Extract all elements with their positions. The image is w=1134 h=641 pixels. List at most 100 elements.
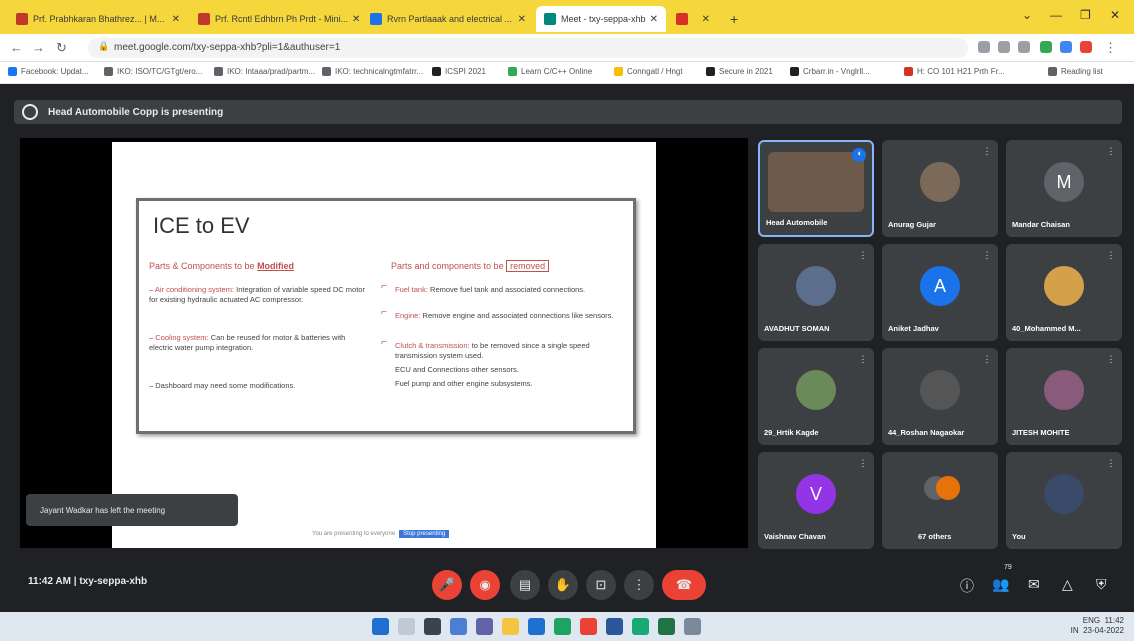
tab-favicon bbox=[370, 13, 382, 25]
back-icon[interactable]: ← bbox=[10, 40, 23, 55]
browser-tab-2[interactable]: Prf. Rcntl Edhbrn Ph Prdt - Mini... ✕ bbox=[190, 6, 360, 32]
info-icon[interactable]: ⓘ bbox=[960, 576, 974, 596]
participant-tile[interactable]: ⋮ AVADHUT SOMAN bbox=[758, 244, 874, 341]
browser-tab-5[interactable]: ✕ bbox=[668, 6, 718, 32]
close-icon[interactable]: ✕ bbox=[168, 14, 180, 25]
bookmark-item[interactable]: IKO: Intaaa/prad/partm... bbox=[214, 67, 315, 76]
url-text: meet.google.com/txy-seppa-xhb?pli=1&auth… bbox=[114, 42, 341, 53]
presenting-banner: Head Automobile Copp is presenting bbox=[14, 100, 1122, 124]
participant-tile[interactable]: ⋮ M Mandar Chaisan bbox=[1006, 140, 1122, 237]
extension-icon[interactable] bbox=[998, 41, 1010, 53]
browser-tab-meet[interactable]: Meet - txy-seppa-xhb ✕ bbox=[536, 6, 666, 32]
extension-icon[interactable] bbox=[1040, 41, 1052, 53]
store-icon[interactable] bbox=[528, 618, 545, 635]
end-call-button[interactable]: ☎ bbox=[662, 570, 706, 600]
reading-list[interactable]: Reading list bbox=[1048, 67, 1103, 76]
chrome-icon[interactable] bbox=[580, 618, 597, 635]
star-icon[interactable] bbox=[1018, 41, 1030, 53]
bookmarks-bar: Facebook: Updat... IKO: ISO/TC/GTgt/ero.… bbox=[0, 62, 1134, 84]
participant-name: JITESH MOHITE bbox=[1012, 428, 1070, 437]
file-explorer-icon[interactable] bbox=[502, 618, 519, 635]
participant-tile[interactable]: ⋮ A Aniket Jadhav bbox=[882, 244, 998, 341]
close-icon[interactable]: ✕ bbox=[348, 14, 360, 25]
more-options-button[interactable]: ⋮ bbox=[624, 570, 654, 600]
avatar bbox=[1044, 474, 1084, 514]
muted-mic-icon: ⋮ bbox=[982, 354, 992, 364]
bookmark-item[interactable]: Learn C/C++ Online bbox=[508, 67, 592, 76]
app-icon[interactable] bbox=[684, 618, 701, 635]
chat-icon[interactable]: ✉ bbox=[1028, 576, 1040, 593]
menu-icon[interactable]: ⋮ bbox=[1104, 40, 1117, 56]
self-tile[interactable]: ⋮ You bbox=[1006, 452, 1122, 549]
app-icon[interactable] bbox=[632, 618, 649, 635]
system-tray[interactable]: ENG 11:42 IN 23-04-2022 bbox=[1071, 616, 1124, 636]
bookmark-item[interactable]: H: CO 101 H21 Prth Fr... bbox=[904, 67, 1005, 76]
language-indicator: ENG bbox=[1082, 616, 1101, 625]
close-icon[interactable]: ✕ bbox=[698, 14, 710, 25]
task-view-icon[interactable] bbox=[424, 618, 441, 635]
host-controls-icon[interactable]: ⛨ bbox=[1096, 576, 1107, 593]
presenting-text: Head Automobile Copp is presenting bbox=[48, 106, 224, 118]
participant-tile[interactable]: ⋮ V Vaishnav Chavan bbox=[758, 452, 874, 549]
restore-icon[interactable]: ❐ bbox=[1080, 8, 1091, 22]
muted-mic-icon: ⋮ bbox=[1106, 458, 1116, 468]
bookmark-item[interactable]: IKO: ISO/TC/GTgt/ero... bbox=[104, 67, 202, 76]
participant-tile[interactable]: ◖ Head Automobile bbox=[758, 140, 874, 237]
address-bar[interactable]: 🔒 meet.google.com/txy-seppa-xhb?pli=1&au… bbox=[88, 38, 968, 58]
participant-tile[interactable]: ⋮ 29_Hrtik Kagde bbox=[758, 348, 874, 445]
browser-tab-1[interactable]: Prf. Prabhkaran Bhathrez... | M... ✕ bbox=[8, 6, 188, 32]
meet-favicon bbox=[544, 13, 556, 25]
new-tab-button[interactable]: + bbox=[722, 6, 746, 32]
stop-presenting-button[interactable]: Stop presenting bbox=[399, 530, 450, 538]
tab-favicon bbox=[198, 13, 210, 25]
tab-label: Prf. Prabhkaran Bhathrez... | M... bbox=[33, 14, 165, 24]
window-close-icon[interactable]: ✕ bbox=[1110, 8, 1120, 22]
bookmark-item[interactable]: Conngatl / Hngt bbox=[614, 67, 683, 76]
browser-toolbar: ← → ↻ 🔒 meet.google.com/txy-seppa-xhb?pl… bbox=[0, 34, 1134, 62]
bookmark-item[interactable]: Secure in 2021 bbox=[706, 67, 773, 76]
close-icon[interactable]: ✕ bbox=[646, 14, 658, 25]
mic-off-button[interactable]: 🎤 bbox=[432, 570, 462, 600]
participant-tile[interactable]: ⋮ 44_Roshan Nagaokar bbox=[882, 348, 998, 445]
minimize-icon[interactable]: — bbox=[1050, 8, 1062, 22]
captions-button[interactable]: ▤ bbox=[510, 570, 540, 600]
bookmark-item[interactable]: IKO: technicalngtmfatrr... bbox=[322, 67, 423, 76]
chat-app-icon[interactable] bbox=[476, 618, 493, 635]
tab-label: Rvrn Partlaaak and electrical ... bbox=[387, 14, 513, 24]
participant-tile[interactable]: 67 others bbox=[882, 452, 998, 549]
people-icon[interactable]: 👥 bbox=[992, 576, 1009, 593]
extension-icon[interactable] bbox=[1060, 41, 1072, 53]
avatar bbox=[920, 370, 960, 410]
search-icon[interactable] bbox=[398, 618, 415, 635]
camera-off-button[interactable]: ◉ bbox=[470, 570, 500, 600]
muted-mic-icon: ⋮ bbox=[982, 146, 992, 156]
edge-icon[interactable] bbox=[554, 618, 571, 635]
app-icon[interactable] bbox=[606, 618, 623, 635]
forward-icon[interactable]: → bbox=[32, 40, 45, 55]
widgets-icon[interactable] bbox=[450, 618, 467, 635]
participant-tile[interactable]: ⋮ Anurag Gujar bbox=[882, 140, 998, 237]
extension-icon[interactable] bbox=[978, 41, 990, 53]
profile-avatar[interactable] bbox=[1080, 41, 1092, 53]
bookmark-item[interactable]: ICSPI 2021 bbox=[432, 67, 486, 76]
bookmark-item[interactable]: Crbarr.in - Vnglrll... bbox=[790, 67, 870, 76]
reload-icon[interactable]: ↻ bbox=[56, 40, 67, 56]
right-item: Fuel pump and other engine subsystems. bbox=[395, 379, 533, 388]
bookmark-item[interactable]: Facebook: Updat... bbox=[8, 67, 89, 76]
chevron-down-icon[interactable]: ⌄ bbox=[1022, 8, 1032, 22]
avatar bbox=[796, 266, 836, 306]
raise-hand-button[interactable]: ✋ bbox=[548, 570, 578, 600]
start-icon[interactable] bbox=[372, 618, 389, 635]
right-item: ECU and Connections other sensors. bbox=[395, 365, 519, 374]
avatar bbox=[920, 162, 960, 202]
app-icon[interactable] bbox=[658, 618, 675, 635]
muted-mic-icon: ⋮ bbox=[1106, 250, 1116, 260]
avatar: M bbox=[1044, 162, 1084, 202]
close-icon[interactable]: ✕ bbox=[514, 14, 526, 25]
activities-icon[interactable]: △ bbox=[1062, 576, 1073, 593]
tab-favicon bbox=[16, 13, 28, 25]
browser-tab-3[interactable]: Rvrn Partlaaak and electrical ... ✕ bbox=[362, 6, 534, 32]
participant-tile[interactable]: ⋮ 40_Mohammed M... bbox=[1006, 244, 1122, 341]
participant-tile[interactable]: ⋮ JITESH MOHITE bbox=[1006, 348, 1122, 445]
present-button[interactable]: ⊡ bbox=[586, 570, 616, 600]
